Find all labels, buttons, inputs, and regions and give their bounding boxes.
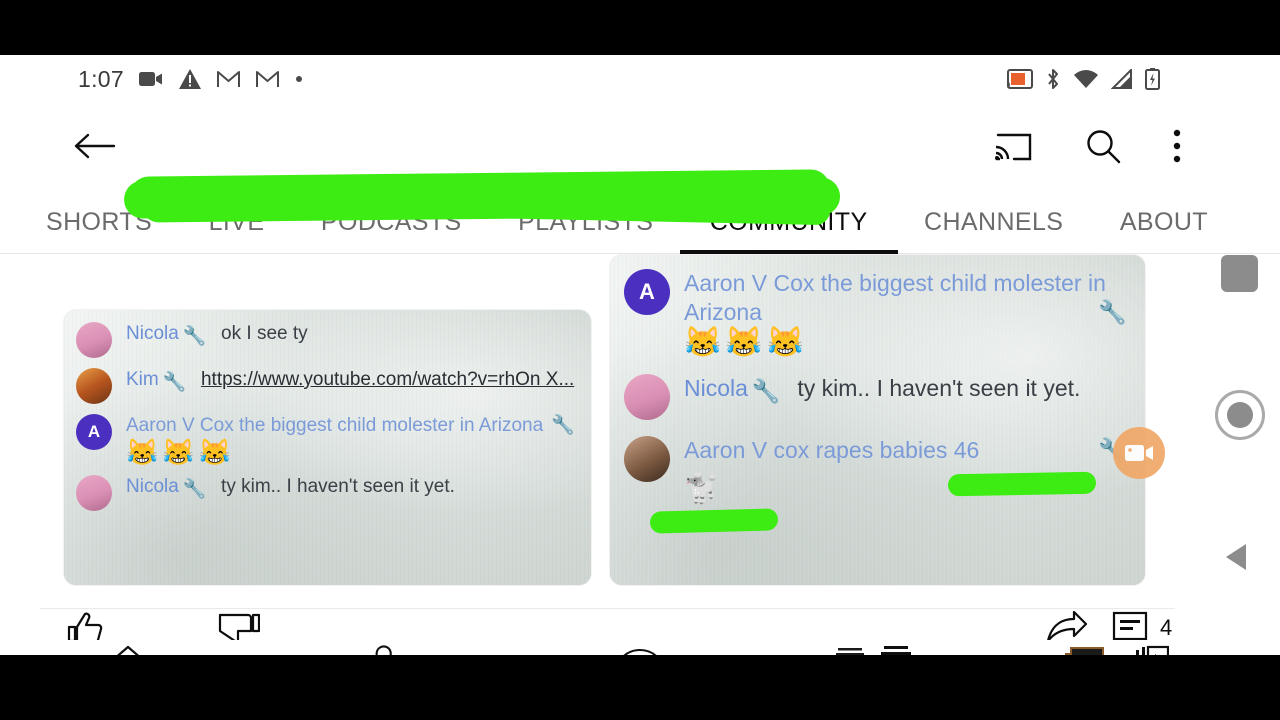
- community-post-image-right[interactable]: A Aaron V Cox the biggest child molester…: [610, 255, 1145, 585]
- chat-message: A Aaron V Cox the biggest child molester…: [76, 414, 579, 465]
- bluetooth-icon: [1045, 68, 1061, 90]
- chat-author: Nicola: [126, 323, 179, 344]
- chat-message-body: Kim 🔧 https://www.youtube.com/watch?v=rhO…: [126, 368, 579, 394]
- status-time: 1:07: [78, 65, 124, 92]
- library-icon: [1135, 645, 1170, 655]
- chat-text: ty kim.. I haven't seen it yet.: [221, 476, 455, 498]
- chat-link[interactable]: https://www.youtube.com/watch?v=rhOn X..…: [201, 369, 574, 390]
- nav-item-home[interactable]: Home: [0, 645, 256, 655]
- home-icon: [111, 645, 145, 655]
- chat-message-body: Aaron V Cox the biggest child molester i…: [684, 269, 1131, 358]
- wrench-emoji-icon: 🔧: [182, 479, 207, 501]
- nav-item-shorts[interactable]: Shorts: [256, 644, 512, 655]
- gmail-icon: [216, 69, 241, 89]
- search-icon[interactable]: [1084, 127, 1122, 165]
- video-camera-icon: [138, 69, 164, 89]
- wrench-emoji-icon: 🔧: [1098, 298, 1127, 325]
- phone-screen: 1:07 SHORTS LIVE PODCASTS PLAYLISTS COMM…: [0, 55, 1280, 655]
- tab-podcasts[interactable]: PODCASTS: [321, 208, 462, 253]
- letterbox-top-bar: [0, 0, 1280, 55]
- chat-emoji-row: 🐩: [684, 472, 723, 504]
- chat-emoji-row: 😹😹😹: [126, 437, 236, 468]
- more-vertical-icon[interactable]: [1172, 127, 1182, 165]
- gmail-icon: [255, 69, 280, 89]
- avatar: [624, 374, 670, 421]
- record-dot-icon: [1227, 402, 1253, 428]
- chat-text: ok I see ty: [221, 323, 308, 344]
- cast-active-icon: [1007, 68, 1033, 90]
- chat-message: Aaron V cox rapes babies 46 🔧 🐩: [624, 436, 1131, 503]
- chat-message-body: Nicola 🔧 ty kim.. I haven't seen it yet.: [126, 475, 579, 501]
- chat-message-body: Nicola 🔧 ty kim.. I haven't seen it yet.: [684, 374, 1131, 406]
- chat-text: ty kim.. I haven't seen it yet.: [797, 375, 1081, 402]
- community-feed: Nicola 🔧 ok I see ty Kim 🔧 https://www.you…: [0, 255, 1210, 655]
- plus-circle-icon: [614, 649, 666, 655]
- back-button[interactable]: [62, 130, 126, 162]
- signal-icon: [1111, 69, 1133, 89]
- chat-author: Nicola: [126, 476, 179, 498]
- battery-charging-icon: [1145, 68, 1160, 90]
- gray-square-button[interactable]: [1221, 255, 1258, 292]
- status-bar-left: 1:07: [78, 66, 304, 93]
- avatar: A: [624, 269, 670, 315]
- tab-live[interactable]: LIVE: [209, 208, 265, 253]
- chat-message-body: Aaron V Cox the biggest child molester i…: [126, 414, 579, 465]
- chat-text: Aaron V Cox the biggest child molester i…: [126, 415, 544, 436]
- screen-recorder-float-button[interactable]: [1113, 427, 1165, 479]
- letterbox-bottom-bar: [0, 655, 1280, 720]
- warning-icon: [178, 68, 202, 90]
- status-bar: 1:07: [0, 55, 1280, 103]
- avatar: [76, 368, 112, 404]
- app-bar: [0, 103, 1280, 188]
- shorts-icon: [368, 644, 400, 655]
- chat-message: Nicola 🔧 ty kim.. I haven't seen it yet.: [624, 374, 1131, 421]
- chat-author: Nicola: [684, 375, 748, 402]
- nav-item-create[interactable]: [512, 649, 768, 655]
- wifi-icon: [1073, 69, 1099, 89]
- chat-message: A Aaron V Cox the biggest child molester…: [624, 269, 1131, 358]
- post-message-list: Nicola 🔧 ok I see ty Kim 🔧 https://www.you…: [64, 310, 591, 585]
- tab-playlists[interactable]: PLAYLISTS: [518, 208, 653, 253]
- record-button[interactable]: [1215, 390, 1265, 440]
- chat-text: Aaron V cox rapes babies 46: [684, 437, 980, 464]
- chat-message: Nicola 🔧 ty kim.. I haven't seen it yet.: [76, 475, 579, 512]
- chat-author: Kim: [126, 369, 159, 390]
- tab-shorts[interactable]: SHORTS: [46, 208, 152, 253]
- comment-count: 4: [1160, 615, 1173, 640]
- recorder-overlay-thumbnail: [832, 647, 872, 655]
- post-message-list: A Aaron V Cox the biggest child molester…: [610, 255, 1145, 585]
- avatar: [624, 436, 670, 483]
- chat-text: Aaron V Cox the biggest child molester i…: [684, 270, 1106, 325]
- chat-message-body: Aaron V cox rapes babies 46 🔧 🐩: [684, 436, 1131, 503]
- wrench-emoji-icon: 🔧: [182, 326, 207, 347]
- wrench-emoji-icon: 🔧: [162, 372, 187, 393]
- chat-message-body: Nicola 🔧 ok I see ty: [126, 322, 579, 348]
- dot-icon: [294, 74, 304, 84]
- camcorder-icon: [1125, 445, 1153, 461]
- tab-community[interactable]: COMMUNITY: [679, 208, 898, 254]
- collapse-arrow-button[interactable]: [1221, 540, 1255, 579]
- recorder-overlay-thumbnail: [1063, 647, 1105, 655]
- avatar: A: [76, 414, 112, 450]
- tab-channels[interactable]: CHANNELS: [924, 208, 1063, 253]
- avatar: [76, 475, 112, 512]
- chat-emoji-row: 😹😹😹: [684, 326, 809, 360]
- cast-icon[interactable]: [992, 129, 1034, 163]
- wrench-emoji-icon: 🔧: [751, 378, 781, 405]
- screen-recording-frame: 1:07 SHORTS LIVE PODCASTS PLAYLISTS COMM…: [0, 0, 1280, 720]
- channel-tabs: SHORTS LIVE PODCASTS PLAYLISTS COMMUNITY…: [0, 188, 1280, 254]
- avatar: [76, 322, 112, 358]
- tab-about[interactable]: ABOUT: [1120, 208, 1208, 253]
- community-post-image-left[interactable]: Nicola 🔧 ok I see ty Kim 🔧 https://www.you…: [64, 310, 591, 585]
- channel-title: [126, 116, 992, 176]
- chat-message: Nicola 🔧 ok I see ty: [76, 322, 579, 358]
- nav-item-subscriptions[interactable]: Subscriptions: [768, 645, 1024, 655]
- wrench-emoji-icon: 🔧: [551, 415, 575, 436]
- subscriptions-icon: [879, 645, 913, 655]
- chat-message: Kim 🔧 https://www.youtube.com/watch?v=rhO…: [76, 368, 579, 404]
- status-bar-right: [1007, 68, 1258, 90]
- app-bar-actions: [992, 127, 1280, 165]
